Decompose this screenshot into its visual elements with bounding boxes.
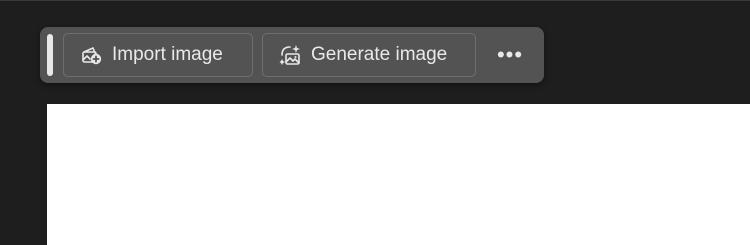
import-image-icon — [80, 43, 104, 67]
generate-image-label: Generate image — [311, 44, 448, 65]
import-image-button[interactable]: Import image — [63, 33, 253, 77]
more-options-icon: ••• — [496, 42, 524, 67]
import-image-label: Import image — [112, 44, 223, 65]
taskbar-drag-handle[interactable] — [47, 34, 53, 76]
contextual-task-bar: Import image Generate image ••• — [40, 27, 544, 83]
generate-image-button[interactable]: Generate image — [262, 33, 476, 77]
document-canvas[interactable] — [47, 104, 750, 245]
more-options-button[interactable]: ••• — [489, 38, 531, 72]
workspace-background: Import image Generate image ••• — [0, 0, 750, 245]
generate-image-icon — [279, 43, 303, 67]
